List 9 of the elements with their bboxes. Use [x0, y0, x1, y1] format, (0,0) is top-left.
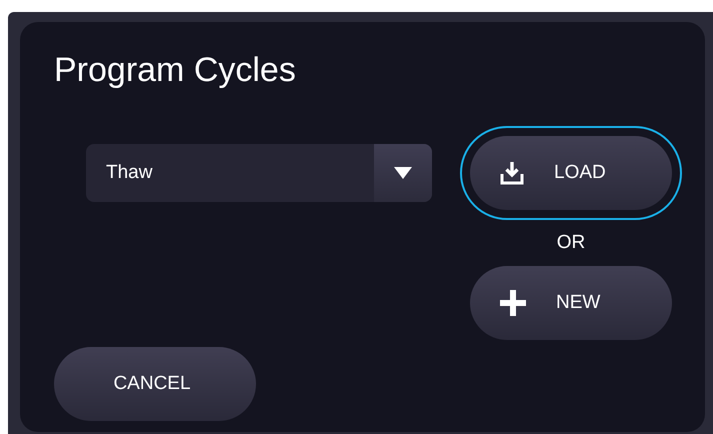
dialog-title: Program Cycles — [54, 50, 297, 91]
cycle-dropdown[interactable]: Thaw — [86, 144, 432, 202]
download-icon — [500, 161, 524, 185]
cancel-button[interactable]: CANCEL — [54, 347, 256, 421]
or-separator: OR — [556, 232, 586, 254]
load-button[interactable]: LOAD — [470, 136, 672, 210]
plus-icon — [500, 290, 526, 316]
new-button[interactable]: NEW — [470, 266, 672, 340]
caret-icon — [394, 167, 412, 179]
